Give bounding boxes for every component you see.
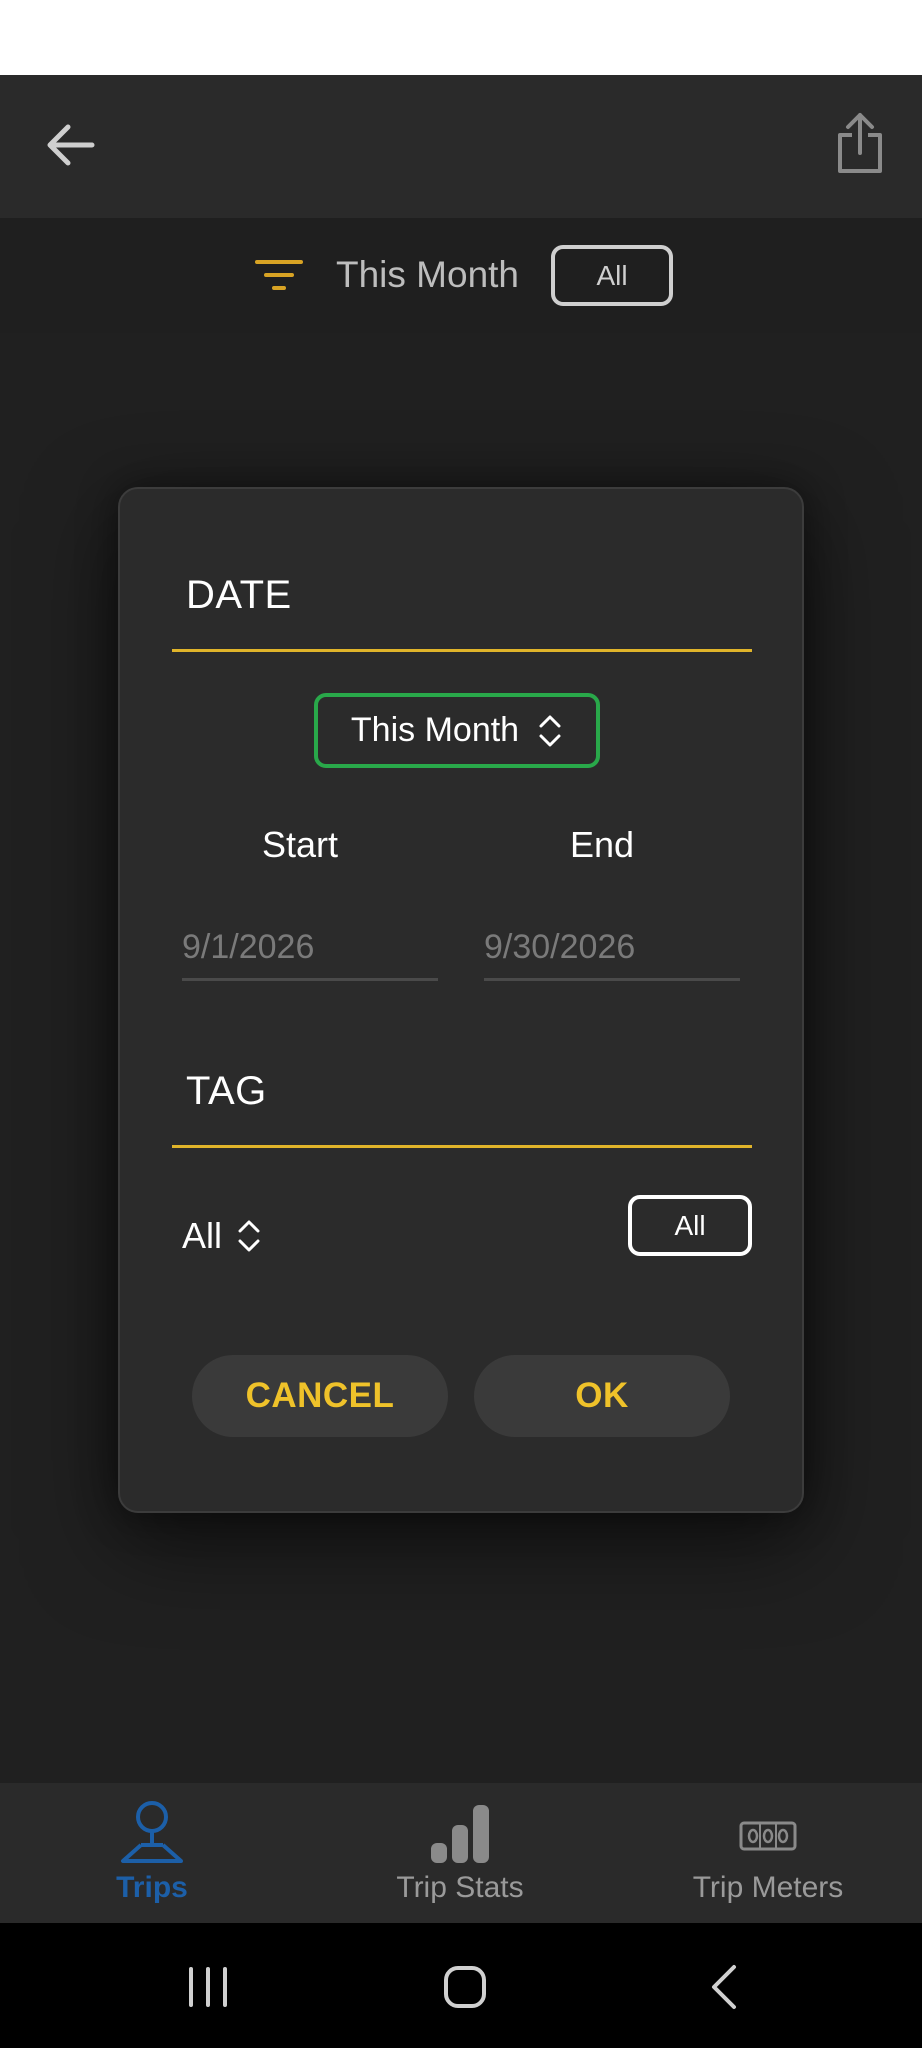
trips-pin-icon (121, 1801, 183, 1863)
bar-chart-icon (431, 1805, 489, 1863)
start-label: Start (261, 824, 339, 865)
filter-tag-pill[interactable]: All (551, 245, 673, 306)
tag-section-title: TAG (186, 1069, 267, 1113)
up-down-chevron-icon (539, 715, 561, 746)
tag-select[interactable]: All (182, 1206, 262, 1266)
bottom-nav: Trips Trip Stats Trip Meters (0, 1783, 922, 1923)
home-icon[interactable] (440, 1963, 490, 2011)
nav-label-trip-stats: Trip Stats (396, 1871, 524, 1904)
nav-label-trips: Trips (116, 1871, 188, 1904)
filter-dialog: DATE This Month Start End 9/1/2026 9/30/… (118, 487, 804, 1513)
arrow-left-icon[interactable] (40, 115, 100, 175)
tag-select-value: All (182, 1215, 223, 1256)
tag-section-divider (172, 1145, 752, 1148)
tag-all-pill[interactable]: All (628, 1195, 752, 1256)
nav-item-trip-meters[interactable]: Trip Meters (668, 1783, 868, 1923)
system-nav-bar (0, 1923, 922, 2048)
status-bar (0, 0, 922, 75)
filter-icon[interactable] (254, 258, 304, 292)
nav-item-trip-stats[interactable]: Trip Stats (370, 1783, 550, 1923)
filter-row: This Month All (0, 218, 922, 333)
recent-apps-icon[interactable] (183, 1963, 233, 2011)
date-range-select[interactable]: This Month (314, 693, 600, 768)
filter-date-label[interactable]: This Month (336, 250, 519, 300)
ok-button[interactable]: OK (474, 1355, 730, 1437)
nav-label-trip-meters: Trip Meters (692, 1871, 844, 1904)
end-label: End (569, 824, 635, 865)
date-range-value: This Month (350, 711, 520, 749)
back-nav-icon[interactable] (700, 1963, 750, 2011)
share-icon[interactable] (832, 111, 888, 177)
odometer-icon (739, 1821, 797, 1851)
cancel-button[interactable]: CANCEL (192, 1355, 448, 1437)
start-date-field[interactable]: 9/1/2026 (182, 921, 438, 981)
app-bar (0, 75, 922, 218)
up-down-chevron-icon (238, 1220, 260, 1252)
date-section-divider (172, 649, 752, 652)
nav-item-trips[interactable]: Trips (82, 1783, 222, 1923)
end-date-field[interactable]: 9/30/2026 (484, 921, 740, 981)
date-section-title: DATE (186, 573, 292, 617)
